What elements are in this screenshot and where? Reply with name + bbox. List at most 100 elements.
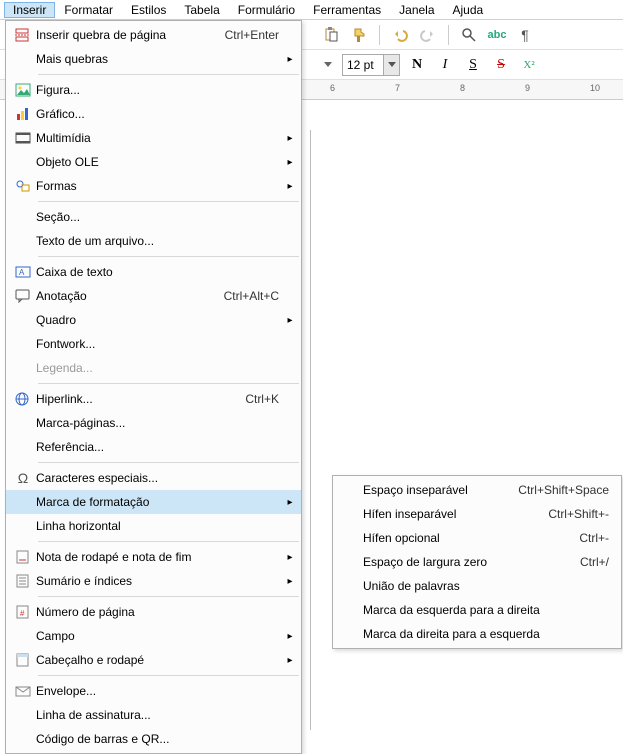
redo-icon[interactable] — [417, 24, 439, 46]
menu-item[interactable]: Quadro▸ — [6, 308, 301, 332]
menu-item[interactable]: Texto de um arquivo... — [6, 229, 301, 253]
pilcrow-icon[interactable]: ¶ — [514, 24, 536, 46]
menu-item[interactable]: Inserir quebra de páginaCtrl+Enter — [6, 23, 301, 47]
blank-icon — [10, 627, 36, 645]
bold-button[interactable]: N — [406, 54, 428, 76]
font-size-input[interactable] — [343, 55, 383, 75]
submenu-item[interactable]: Marca da esquerda para a direita — [333, 598, 621, 622]
submenu-arrow-icon: ▸ — [285, 157, 295, 168]
menu-inserir[interactable]: Inserir — [4, 2, 55, 18]
menu-separator — [38, 201, 299, 202]
menu-item[interactable]: Campo▸ — [6, 624, 301, 648]
italic-button[interactable]: I — [434, 54, 456, 76]
menu-item-label: Quadro — [36, 313, 285, 327]
blank-icon — [337, 625, 363, 643]
strikethrough-button[interactable]: S — [490, 54, 512, 76]
menu-item[interactable]: Código de barras e QR... — [6, 727, 301, 751]
menu-item[interactable]: Gráfico... — [6, 102, 301, 126]
menu-item[interactable]: Hiperlink...Ctrl+K — [6, 387, 301, 411]
menu-item[interactable]: Fontwork... — [6, 332, 301, 356]
submenu-arrow-icon: ▸ — [285, 497, 295, 508]
menu-separator — [38, 462, 299, 463]
menu-formulario[interactable]: Formulário — [229, 2, 304, 18]
chart-icon — [10, 105, 36, 123]
menu-item-label: Sumário e índices — [36, 574, 285, 588]
submenu-arrow-icon: ▸ — [285, 54, 295, 65]
menu-item[interactable]: Nota de rodapé e nota de fim▸ — [6, 545, 301, 569]
menu-item[interactable]: Multimídia▸ — [6, 126, 301, 150]
image-icon — [10, 81, 36, 99]
submenu-arrow-icon: ▸ — [285, 576, 295, 587]
submenu-arrow-icon: ▸ — [285, 315, 295, 326]
menu-separator — [38, 383, 299, 384]
undo-icon[interactable] — [389, 24, 411, 46]
menu-item-label: Referência... — [36, 440, 285, 454]
find-icon[interactable] — [458, 24, 480, 46]
omega-icon: Ω — [10, 469, 36, 487]
submenu-item[interactable]: Espaço inseparávelCtrl+Shift+Space — [333, 478, 621, 502]
submenu-item[interactable]: Hífen opcionalCtrl+- — [333, 526, 621, 550]
submenu-item[interactable]: Espaço de largura zeroCtrl+/ — [333, 550, 621, 574]
menu-item-label: Marca de formatação — [36, 495, 285, 509]
ruler-mark: 9 — [525, 83, 530, 93]
submenu-item-label: União de palavras — [363, 579, 615, 593]
submenu-arrow-icon: ▸ — [285, 133, 295, 144]
menu-ajuda[interactable]: Ajuda — [444, 2, 493, 18]
toolbar-separator — [448, 25, 449, 45]
superscript-button[interactable]: X² — [518, 54, 540, 76]
menu-item-label: Gráfico... — [36, 107, 285, 121]
menu-estilos[interactable]: Estilos — [122, 2, 175, 18]
submenu-arrow-icon: ▸ — [285, 552, 295, 563]
menu-item[interactable]: Linha horizontal — [6, 514, 301, 538]
submenu-item-label: Hífen inseparável — [363, 507, 548, 521]
menu-item[interactable]: Envelope... — [6, 679, 301, 703]
menu-item-label: Hiperlink... — [36, 392, 245, 406]
menu-item[interactable]: Linha de assinatura... — [6, 703, 301, 727]
menu-item[interactable]: Marca de formatação▸ — [6, 490, 301, 514]
submenu-arrow-icon: ▸ — [285, 631, 295, 642]
menu-item-label: Formas — [36, 179, 285, 193]
menu-item[interactable]: AnotaçãoCtrl+Alt+C — [6, 284, 301, 308]
clone-format-icon[interactable] — [348, 24, 370, 46]
menu-item-label: Envelope... — [36, 684, 285, 698]
submenu-item[interactable]: União de palavras — [333, 574, 621, 598]
blank-icon — [337, 553, 363, 571]
menu-item[interactable]: Figura... — [6, 78, 301, 102]
menu-item[interactable]: ACaixa de texto — [6, 260, 301, 284]
menu-item-label: Legenda... — [36, 361, 285, 375]
menu-item-label: Campo — [36, 629, 285, 643]
underline-button[interactable]: S — [462, 54, 484, 76]
menu-item[interactable]: Marca-páginas... — [6, 411, 301, 435]
font-size-combo[interactable] — [342, 54, 400, 76]
submenu-item[interactable]: Marca da direita para a esquerda — [333, 622, 621, 646]
menu-item-label: Mais quebras — [36, 52, 285, 66]
insert-menu: Inserir quebra de páginaCtrl+EnterMais q… — [5, 20, 302, 754]
menu-item[interactable]: Cabeçalho e rodapé▸ — [6, 648, 301, 672]
spellcheck-icon[interactable]: abc — [486, 24, 508, 46]
dropdown-icon[interactable] — [320, 54, 336, 76]
menu-item-label: Texto de um arquivo... — [36, 234, 285, 248]
blank-icon — [337, 601, 363, 619]
toc-icon — [10, 572, 36, 590]
menu-item[interactable]: Referência... — [6, 435, 301, 459]
page-break-icon — [10, 26, 36, 44]
paste-icon[interactable] — [320, 24, 342, 46]
menu-item[interactable]: Mais quebras▸ — [6, 47, 301, 71]
menu-janela[interactable]: Janela — [390, 2, 443, 18]
menu-item[interactable]: Objeto OLE▸ — [6, 150, 301, 174]
menu-item[interactable]: ΩCaracteres especiais... — [6, 466, 301, 490]
menu-item[interactable]: #Número de página — [6, 600, 301, 624]
svg-text:A: A — [19, 268, 25, 277]
submenu-item[interactable]: Hífen inseparávelCtrl+Shift+- — [333, 502, 621, 526]
blank-icon — [10, 335, 36, 353]
chevron-down-icon[interactable] — [383, 55, 399, 75]
blank-icon — [337, 577, 363, 595]
menu-tabela[interactable]: Tabela — [175, 2, 228, 18]
pagenum-icon: # — [10, 603, 36, 621]
menu-formatar[interactable]: Formatar — [55, 2, 122, 18]
menu-item[interactable]: Seção... — [6, 205, 301, 229]
menu-item[interactable]: Sumário e índices▸ — [6, 569, 301, 593]
blank-icon — [10, 311, 36, 329]
menu-ferramentas[interactable]: Ferramentas — [304, 2, 390, 18]
menu-item[interactable]: Formas▸ — [6, 174, 301, 198]
